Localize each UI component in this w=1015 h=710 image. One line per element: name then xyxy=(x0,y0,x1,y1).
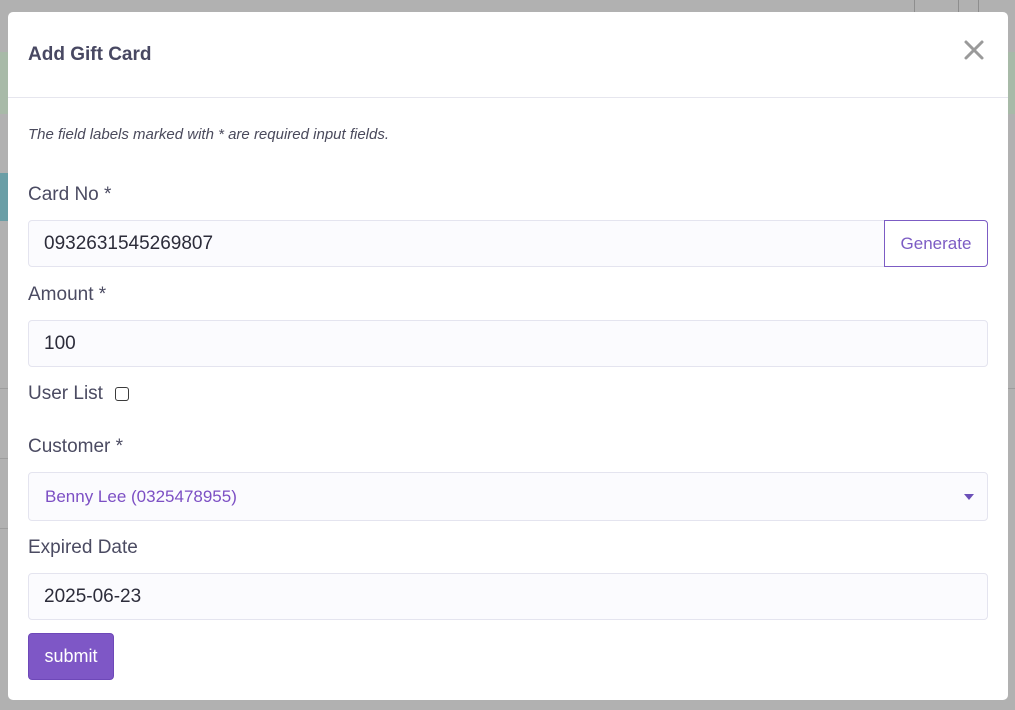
background-table-line xyxy=(0,388,8,389)
amount-label: Amount * xyxy=(28,284,107,305)
generate-button[interactable]: Generate xyxy=(884,220,988,267)
submit-button[interactable]: submit xyxy=(28,633,114,680)
background-table-line xyxy=(0,528,8,529)
add-gift-card-modal: Add Gift Card The field labels marked wi… xyxy=(8,12,1008,700)
customer-label: Customer * xyxy=(28,436,124,457)
background-table-line xyxy=(0,458,8,459)
modal-title: Add Gift Card xyxy=(28,44,152,65)
background-table-line xyxy=(1007,388,1015,389)
user-list-label: User List xyxy=(28,383,103,404)
card-no-label: Card No * xyxy=(28,184,112,205)
modal-header: Add Gift Card xyxy=(8,12,1008,98)
background-button-fragment xyxy=(0,173,8,221)
close-icon[interactable] xyxy=(962,38,986,62)
user-list-checkbox[interactable] xyxy=(115,387,129,401)
expired-date-label: Expired Date xyxy=(28,537,138,558)
customer-selected-value: Benny Lee (0325478955) xyxy=(45,487,237,506)
expired-date-input[interactable]: 2025-06-23 xyxy=(28,573,988,620)
required-fields-note: The field labels marked with * are requi… xyxy=(28,126,390,143)
chevron-down-icon xyxy=(964,494,974,500)
card-no-input[interactable]: 0932631545269807 xyxy=(28,220,885,267)
customer-select[interactable]: Benny Lee (0325478955) xyxy=(28,472,988,521)
amount-input[interactable]: 100 xyxy=(28,320,988,367)
